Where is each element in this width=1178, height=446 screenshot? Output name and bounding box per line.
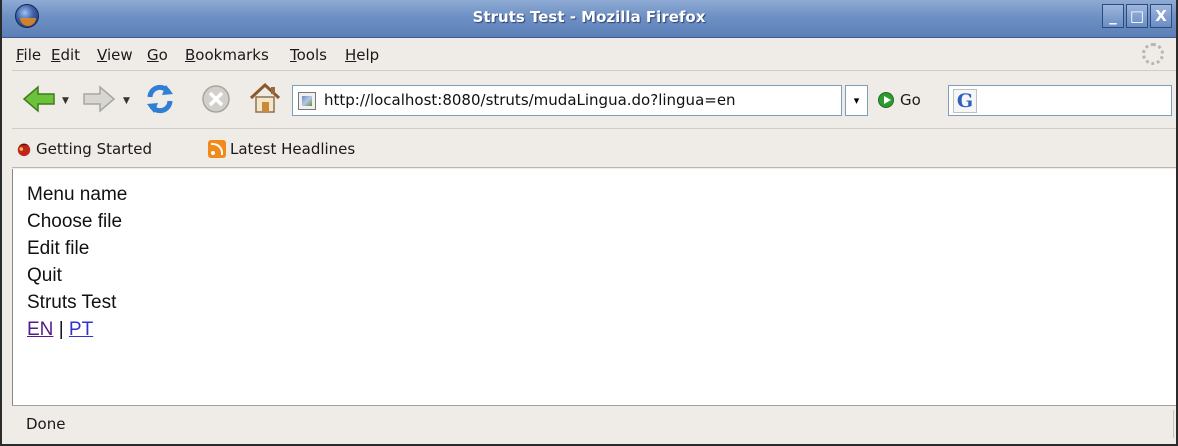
activity-throbber-icon	[1142, 43, 1164, 65]
firefox-bookmark-icon	[17, 143, 31, 157]
struts-test-label: Struts Test	[27, 292, 117, 313]
window-title: Struts Test - Mozilla Firefox	[472, 8, 706, 26]
search-input[interactable]: G	[948, 85, 1172, 116]
language-separator: |	[58, 319, 64, 340]
menu-tools[interactable]: Tools	[290, 46, 327, 64]
menu-bookmarks[interactable]: Bookmarks	[185, 46, 269, 64]
rss-feed-icon	[208, 140, 226, 158]
status-bar: Done	[12, 405, 1176, 442]
window-controls: _ □ X	[1102, 4, 1172, 28]
menu-help[interactable]: Help	[345, 46, 379, 64]
url-history-dropdown[interactable]: ▾	[845, 85, 868, 116]
back-history-dropdown-icon[interactable]: ▼	[62, 96, 69, 106]
title-bar[interactable]: Struts Test - Mozilla Firefox _ □ X	[2, 0, 1176, 38]
maximize-button[interactable]: □	[1126, 4, 1148, 28]
home-icon[interactable]	[247, 80, 283, 116]
go-button[interactable]: Go	[878, 88, 921, 112]
bookmarks-toolbar: Getting Started Latest Headlines	[12, 130, 1176, 168]
menu-file[interactable]: File	[16, 46, 41, 64]
quit-label: Quit	[27, 265, 62, 286]
page-favicon-icon	[298, 92, 316, 110]
minimize-button[interactable]: _	[1102, 4, 1124, 28]
go-label: Go	[900, 91, 921, 109]
menu-go[interactable]: Go	[147, 46, 168, 64]
status-divider	[1173, 410, 1174, 438]
url-field[interactable]: http://localhost:8080/struts/mudaLingua.…	[292, 85, 842, 116]
reload-icon[interactable]	[142, 81, 178, 117]
stop-icon[interactable]	[199, 82, 233, 116]
browser-window: Struts Test - Mozilla Firefox _ □ X File…	[0, 0, 1178, 446]
language-switcher: EN | PT	[27, 316, 127, 343]
navigation-toolbar: ▼ ▼ http://localhost:8080/struts/mudaLin…	[12, 72, 1176, 129]
bookmark-label: Latest Headlines	[230, 140, 356, 158]
content-text-block: Menu name Choose file Edit file Quit Str…	[27, 181, 127, 343]
go-arrow-icon	[878, 92, 894, 108]
edit-file-label: Edit file	[27, 238, 90, 259]
language-link-en[interactable]: EN	[27, 319, 53, 340]
google-search-engine-icon[interactable]: G	[953, 89, 977, 113]
back-arrow-icon[interactable]	[21, 84, 57, 114]
language-link-pt[interactable]: PT	[69, 319, 93, 340]
forward-history-dropdown-icon[interactable]: ▼	[123, 96, 130, 106]
close-button[interactable]: X	[1150, 4, 1172, 28]
menu-name-label: Menu name	[27, 184, 128, 205]
choose-file-label: Choose file	[27, 211, 123, 232]
bookmark-label: Getting Started	[36, 140, 152, 158]
menu-bar: File Edit View Go Bookmarks Tools Help	[12, 38, 1176, 71]
menu-view[interactable]: View	[97, 46, 133, 64]
bookmark-getting-started[interactable]: Getting Started	[16, 140, 152, 158]
bookmark-latest-headlines[interactable]: Latest Headlines	[208, 140, 355, 158]
forward-arrow-icon[interactable]	[81, 84, 117, 114]
status-text: Done	[26, 415, 66, 433]
menu-edit[interactable]: Edit	[51, 46, 80, 64]
url-text: http://localhost:8080/struts/mudaLingua.…	[324, 91, 736, 109]
page-content: Menu name Choose file Edit file Quit Str…	[12, 169, 1176, 405]
